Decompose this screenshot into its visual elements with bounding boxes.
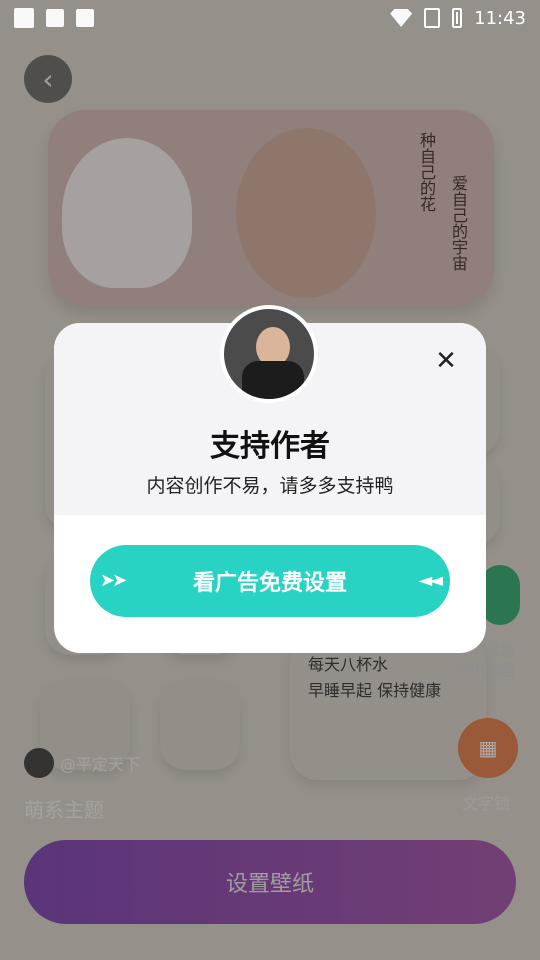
font-icon — [76, 9, 94, 27]
document-icon — [46, 9, 64, 27]
battery-icon — [452, 8, 463, 28]
clock: 11:43 — [474, 7, 526, 29]
support-author-dialog: ✕ 支持作者 内容创作不易，请多多支持鸭 ➤➤ 看广告免费设置 ◄◄ — [54, 305, 486, 653]
status-bar: 11:43 — [0, 0, 540, 36]
arrow-right-icon: ➤➤ — [100, 570, 127, 591]
image-icon — [14, 8, 34, 28]
dialog-title: 支持作者 — [210, 429, 330, 464]
watch-ad-button[interactable]: ➤➤ 看广告免费设置 ◄◄ — [90, 545, 450, 617]
watch-ad-button-label: 看广告免费设置 — [192, 571, 347, 596]
arrow-left-icon: ◄◄ — [418, 570, 443, 591]
sim-card-icon — [424, 8, 441, 28]
close-icon[interactable]: ✕ — [432, 346, 460, 376]
author-avatar-large — [220, 305, 318, 403]
avatar-body — [242, 361, 304, 399]
wifi-icon — [390, 9, 413, 27]
dialog-subtitle: 内容创作不易，请多多支持鸭 — [146, 475, 394, 497]
